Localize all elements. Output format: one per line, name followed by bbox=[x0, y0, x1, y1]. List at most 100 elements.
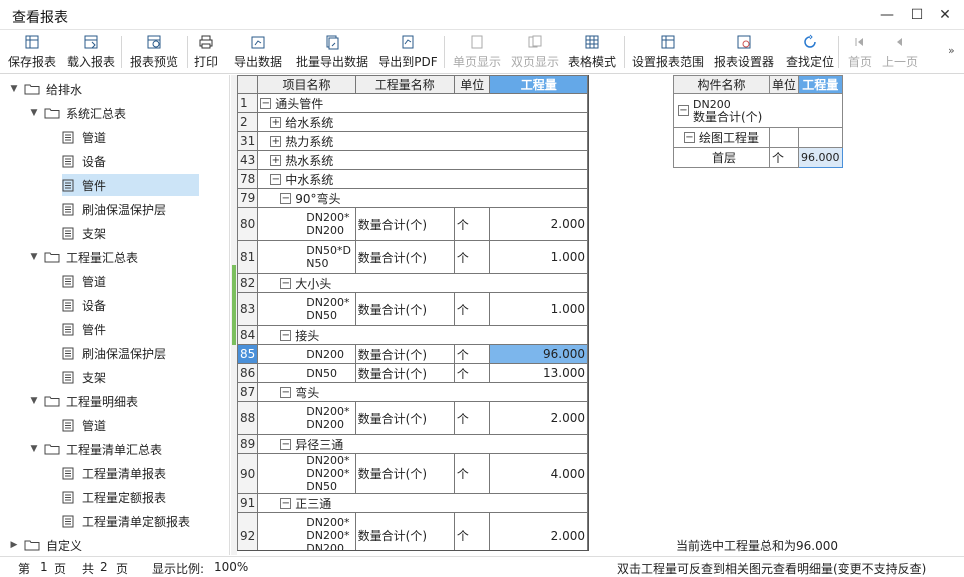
quantity-cell[interactable]: 4.000 bbox=[489, 453, 588, 494]
collapse-minus-icon[interactable]: − bbox=[270, 173, 282, 185]
row-number[interactable]: 84 bbox=[237, 325, 259, 345]
row-number[interactable]: 31 bbox=[237, 131, 259, 151]
row-number[interactable]: 85 bbox=[237, 344, 259, 364]
row-number[interactable]: 83 bbox=[237, 292, 259, 326]
row-number[interactable]: 88 bbox=[237, 401, 259, 435]
table-row[interactable]: 89− 异径三通 bbox=[237, 434, 588, 454]
table-row[interactable]: 2 + 给水系统 bbox=[237, 112, 588, 132]
tree-node[interactable]: 设备 bbox=[62, 294, 106, 316]
collapse-minus-icon[interactable]: − bbox=[280, 386, 292, 398]
row-number[interactable]: 78 bbox=[237, 169, 259, 189]
side-subgroup-cell[interactable]: − 绘图工程量 bbox=[673, 127, 770, 148]
expand-arrow-down-icon[interactable]: ▼ bbox=[28, 444, 40, 454]
expand-plus-icon[interactable]: + bbox=[270, 116, 282, 128]
collapse-minus-icon[interactable]: − bbox=[280, 277, 292, 289]
table-row[interactable]: 43 + 热水系统 bbox=[237, 150, 588, 170]
row-number[interactable]: 87 bbox=[237, 382, 259, 402]
collapse-minus-icon[interactable]: − bbox=[280, 438, 292, 450]
tree-node[interactable]: 工程量清单报表 bbox=[62, 462, 166, 484]
tree-node[interactable]: 工程量定额报表 bbox=[62, 486, 166, 508]
toolbar-button-3[interactable]: 打印 bbox=[190, 32, 222, 72]
tree-node[interactable]: 管道 bbox=[62, 270, 106, 292]
expand-arrow-down-icon[interactable]: ▼ bbox=[28, 396, 40, 406]
collapse-minus-icon[interactable]: − bbox=[280, 497, 292, 509]
table-row[interactable]: 83 DN200*DN50 数量合计(个) 个 1.000 bbox=[237, 292, 588, 326]
quantity-cell[interactable]: 13.000 bbox=[489, 363, 588, 383]
tree-node[interactable]: ▼ 工程量清单汇总表 bbox=[28, 438, 162, 460]
quantity-name-cell[interactable]: 数量合计(个) bbox=[354, 453, 455, 494]
table-row[interactable]: 31 + 热力系统 bbox=[237, 131, 588, 151]
item-name-cell[interactable]: DN200 bbox=[257, 344, 356, 364]
group-cell[interactable]: + 热水系统 bbox=[257, 150, 588, 170]
item-name-cell[interactable]: DN200*DN200*DN50 bbox=[257, 453, 356, 494]
expand-arrow-down-icon[interactable]: ▼ bbox=[8, 84, 20, 94]
minimize-icon[interactable]: — bbox=[872, 4, 902, 26]
quantity-name-cell[interactable]: 数量合计(个) bbox=[354, 401, 455, 435]
toolbar-button-10[interactable]: 设置报表范围 bbox=[630, 32, 706, 72]
table-row[interactable]: 81 DN50*DN50 数量合计(个) 个 1.000 bbox=[237, 240, 588, 274]
quantity-name-cell[interactable]: 数量合计(个) bbox=[354, 512, 455, 550]
table-row[interactable]: 92 DN200*DN200*DN200 数量合计(个) 个 2.000 bbox=[237, 512, 588, 550]
row-number[interactable]: 81 bbox=[237, 240, 259, 274]
quantity-cell[interactable]: 1.000 bbox=[489, 292, 588, 326]
toolbar-button-6[interactable]: 导出到PDF bbox=[376, 32, 440, 72]
item-name-cell[interactable]: DN200*DN200 bbox=[257, 207, 356, 241]
toolbar-button-9[interactable]: 表格模式 bbox=[566, 32, 618, 72]
table-row[interactable]: 86 DN50 数量合计(个) 个 13.000 bbox=[237, 363, 588, 383]
unit-cell[interactable]: 个 bbox=[453, 240, 491, 274]
toolbar-button-7[interactable]: 单页显示 bbox=[450, 32, 504, 72]
group-cell[interactable]: −90°弯头 bbox=[257, 188, 588, 208]
row-number[interactable]: 79 bbox=[237, 188, 259, 208]
table-row[interactable]: 1− 通头管件 bbox=[237, 93, 588, 113]
row-number[interactable]: 90 bbox=[237, 453, 259, 494]
unit-cell[interactable]: 个 bbox=[453, 453, 491, 494]
collapse-icon[interactable]: − bbox=[684, 132, 695, 143]
table-row[interactable]: 91− 正三通 bbox=[237, 493, 588, 513]
table-row[interactable]: 88 DN200*DN200 数量合计(个) 个 2.000 bbox=[237, 401, 588, 435]
quantity-cell[interactable]: 2.000 bbox=[489, 401, 588, 435]
item-name-cell[interactable]: DN50 bbox=[257, 363, 356, 383]
table-row[interactable]: 87− 弯头 bbox=[237, 382, 588, 402]
quantity-name-cell[interactable]: 数量合计(个) bbox=[354, 292, 455, 326]
tree-node[interactable]: 支架 bbox=[62, 366, 106, 388]
expand-arrow-down-icon[interactable]: ▼ bbox=[28, 108, 40, 118]
tree-node[interactable]: 管件 bbox=[62, 318, 106, 340]
col-header-name[interactable]: 项目名称 bbox=[257, 75, 356, 94]
group-cell[interactable]: − 接头 bbox=[257, 325, 588, 345]
toolbar-overflow-icon[interactable]: » bbox=[948, 44, 955, 57]
item-name-cell[interactable]: DN200*DN200*DN200 bbox=[257, 512, 356, 550]
toolbar-button-5[interactable]: 批量导出数据 bbox=[294, 32, 370, 72]
side-header-quantity[interactable]: 工程量 bbox=[798, 75, 843, 94]
table-row[interactable]: 85 DN200 数量合计(个) 个 96.000 bbox=[237, 344, 588, 364]
row-number[interactable]: 92 bbox=[237, 512, 259, 550]
toolbar-button-1[interactable]: 载入报表 bbox=[62, 32, 120, 72]
quantity-name-cell[interactable]: 数量合计(个) bbox=[354, 344, 455, 364]
row-number[interactable]: 89 bbox=[237, 434, 259, 454]
quantity-name-cell[interactable]: 数量合计(个) bbox=[354, 207, 455, 241]
table-row[interactable]: 84− 接头 bbox=[237, 325, 588, 345]
collapse-minus-icon[interactable]: − bbox=[260, 97, 272, 109]
unit-cell[interactable]: 个 bbox=[453, 512, 491, 550]
quantity-name-cell[interactable]: 数量合计(个) bbox=[354, 240, 455, 274]
group-cell[interactable]: − 异径三通 bbox=[257, 434, 588, 454]
row-number[interactable]: 80 bbox=[237, 207, 259, 241]
side-group-row[interactable]: − DN200 数量合计(个) bbox=[673, 93, 843, 128]
tree-node[interactable]: 支架 bbox=[62, 222, 106, 244]
tree-node[interactable]: 管件 bbox=[62, 174, 199, 196]
toolbar-button-0[interactable]: 保存报表 bbox=[4, 32, 60, 72]
side-header-name[interactable]: 构件名称 bbox=[673, 75, 770, 94]
tree-node[interactable]: 管道 bbox=[62, 414, 106, 436]
row-number[interactable]: 86 bbox=[237, 363, 259, 383]
tree-node[interactable]: 管道 bbox=[62, 126, 106, 148]
group-cell[interactable]: − 通头管件 bbox=[257, 93, 588, 113]
scrollbar-thumb[interactable] bbox=[232, 265, 236, 345]
row-number[interactable]: 1 bbox=[237, 93, 259, 113]
col-header-qname[interactable]: 工程量名称 bbox=[354, 75, 455, 94]
col-header-unit[interactable]: 单位 bbox=[453, 75, 491, 94]
group-cell[interactable]: − 正三通 bbox=[257, 493, 588, 513]
row-number[interactable]: 43 bbox=[237, 150, 259, 170]
toolbar-button-14[interactable]: 上一页 bbox=[880, 32, 920, 72]
group-cell[interactable]: − 中水系统 bbox=[257, 169, 588, 189]
item-name-cell[interactable]: DN200*DN200 bbox=[257, 401, 356, 435]
unit-cell[interactable]: 个 bbox=[453, 292, 491, 326]
